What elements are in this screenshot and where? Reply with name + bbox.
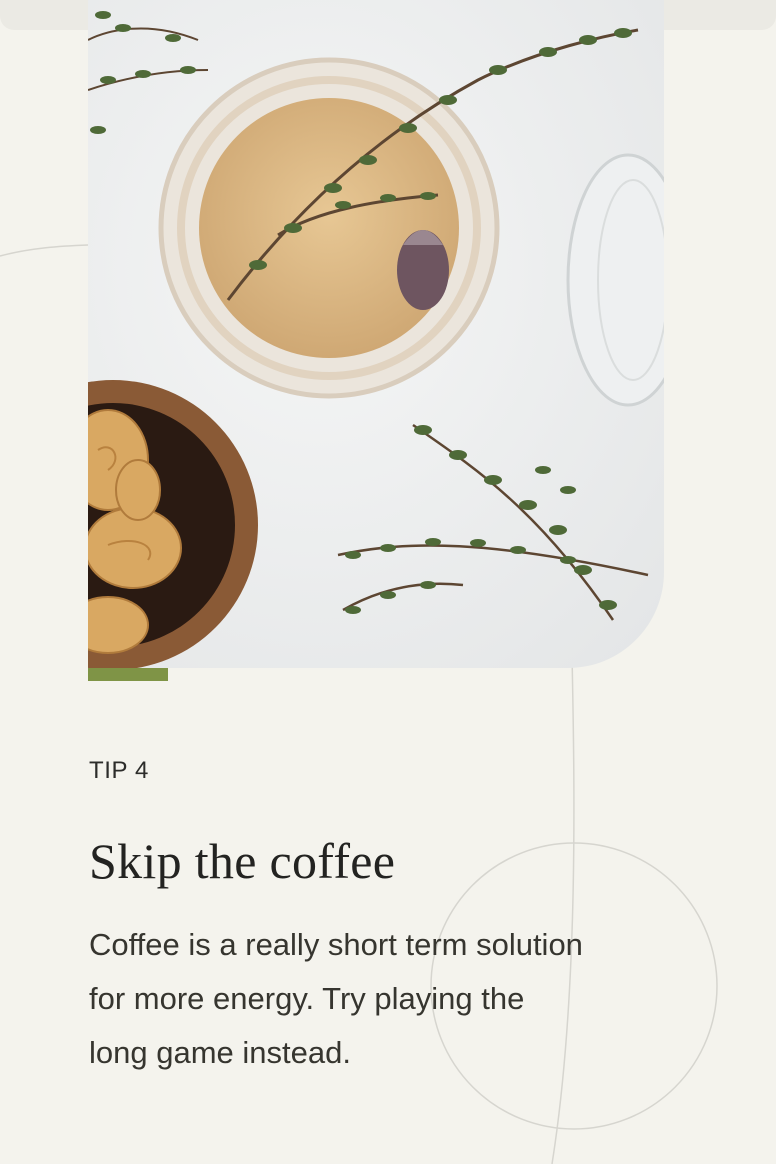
hero-image xyxy=(88,0,664,668)
tip-title: Skip the coffee xyxy=(89,833,396,889)
tip-body: Coffee is a really short term solution f… xyxy=(89,927,583,1070)
tip-label: TIP 4 xyxy=(89,757,149,784)
accent-bar xyxy=(88,668,168,681)
